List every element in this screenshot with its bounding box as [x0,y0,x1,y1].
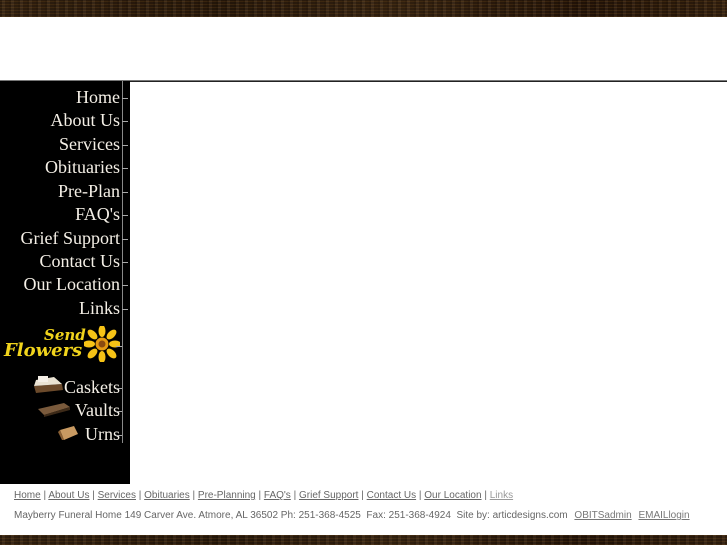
caskets-link[interactable]: Caskets [64,377,120,397]
email-login-link[interactable]: EMAILlogin [638,510,689,521]
footer-separator: | [361,490,364,501]
vaults-link[interactable]: Vaults [75,400,120,420]
header-wood-banner [0,0,727,17]
sidebar-item-obituaries[interactable]: Obituaries [45,157,128,177]
footer-link-contact-us[interactable]: Contact Us [367,490,416,501]
obits-admin-link[interactable]: OBITSadmin [574,510,631,521]
footer-link-our-location[interactable]: Our Location [424,490,481,501]
footer-link-home[interactable]: Home [14,490,41,501]
sunflower-icon [84,326,120,362]
contact-info-text: Mayberry Funeral Home 149 Carver Ave. At… [14,510,568,521]
sidebar-item-our-location[interactable]: Our Location [24,274,129,294]
footer-link-pre-planning[interactable]: Pre-Planning [198,490,256,501]
footer-separator: | [43,490,47,501]
sidebar: Home About Us Services Obituaries Pre-Pl… [0,81,130,484]
sidebar-item-links[interactable]: Links [79,298,129,318]
footer-separator: | [138,490,142,501]
footer-link-services[interactable]: Services [98,490,136,501]
send-flowers-link[interactable]: Send Flowers [4,326,122,366]
sidebar-item-pre-plan[interactable]: Pre-Plan [58,181,128,201]
footer-separator: | [484,490,487,501]
sidebar-item-contact-us[interactable]: Contact Us [40,251,128,271]
urn-icon [58,426,78,440]
footer-link-grief-support[interactable]: Grief Support [299,490,358,501]
footer-wood-banner [0,535,727,545]
sidebar-item-grief-support[interactable]: Grief Support [21,228,129,248]
sidebar-item-about-us[interactable]: About Us [50,110,128,130]
footer-separator: | [293,490,297,501]
footer-separator: | [418,490,422,501]
footer-link-faqs[interactable]: FAQ's [264,490,291,501]
footer-info: Mayberry Funeral Home 149 Carver Ave. At… [14,510,690,521]
flowers-tick [116,346,122,347]
vaults-tick [116,411,122,412]
send-flowers-line2: Flowers [4,340,83,361]
footer-separator: | [192,490,196,501]
sidebar-item-services[interactable]: Services [59,134,128,154]
footer-separator: | [92,490,95,501]
footer-link-about-us[interactable]: About Us [48,490,89,501]
footer-separator: | [258,490,262,501]
footer-nav: Home | About Us | Services | Obituaries … [14,490,513,501]
urns-link[interactable]: Urns [85,424,120,444]
footer-link-links[interactable]: Links [490,490,513,501]
vault-icon [38,403,70,417]
urns-tick [116,435,122,436]
content-top-border [130,81,727,82]
footer-link-obituaries[interactable]: Obituaries [144,490,190,501]
sidebar-item-faqs[interactable]: FAQ's [75,204,128,224]
casket-icon [34,376,63,393]
sidebar-item-home[interactable]: Home [76,87,128,107]
caskets-tick [116,388,122,389]
